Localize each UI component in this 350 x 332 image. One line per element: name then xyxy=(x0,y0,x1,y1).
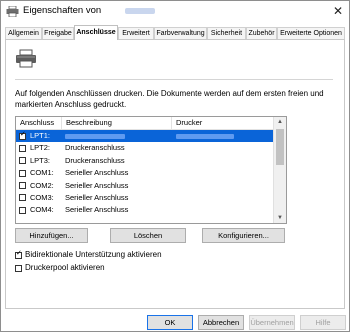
table-row[interactable]: COM3: Serieller Anschluss xyxy=(16,192,274,204)
tab-erweitert[interactable]: Erweitert xyxy=(118,27,154,39)
ports-description: Auf folgenden Anschlüssen drucken. Die D… xyxy=(15,89,324,109)
checkmark-icon: ✓ xyxy=(20,130,26,138)
column-header-printer[interactable]: Drucker xyxy=(172,117,274,129)
printer-name-redacted xyxy=(125,8,155,14)
table-row[interactable]: LPT2: Druckeranschluss xyxy=(16,142,274,154)
properties-dialog: Eigenschaften von ✕ Allgemein Freigabe A… xyxy=(0,0,350,332)
tab-allgemein[interactable]: Allgemein xyxy=(5,27,42,39)
port-description: Serieller Anschluss xyxy=(65,205,129,215)
help-button[interactable]: Hilfe xyxy=(300,315,346,330)
tab-strip: Allgemein Freigabe Anschlüsse Erweitert … xyxy=(5,25,345,40)
scroll-up-icon[interactable]: ▲ xyxy=(274,117,286,127)
description-redacted xyxy=(65,134,125,139)
delete-port-button[interactable]: Löschen xyxy=(110,228,186,243)
printer-icon xyxy=(6,6,19,17)
tab-freigabe[interactable]: Freigabe xyxy=(42,27,74,39)
ports-rows: ✓ LPT1: LPT2: Druckeranschluss LPT3: Dru… xyxy=(16,130,274,217)
checkbox-box[interactable]: ✓ xyxy=(15,249,22,259)
port-checkbox[interactable] xyxy=(19,182,26,190)
port-checkbox[interactable] xyxy=(19,157,26,165)
title-bar: Eigenschaften von ✕ xyxy=(1,1,349,23)
scroll-down-icon[interactable]: ▼ xyxy=(274,213,286,223)
port-checkbox[interactable] xyxy=(19,206,26,214)
printer-redacted xyxy=(176,134,234,139)
cancel-button[interactable]: Abbrechen xyxy=(198,315,244,330)
port-description: Serieller Anschluss xyxy=(65,168,129,178)
port-name: COM4: xyxy=(30,205,54,215)
tab-zubehoer[interactable]: Zubehör xyxy=(246,27,277,39)
port-checkbox[interactable]: ✓ xyxy=(19,130,26,140)
port-description: Serieller Anschluss xyxy=(65,180,129,190)
tab-erweiterte-optionen[interactable]: Erweiterte Optionen xyxy=(277,27,345,39)
port-name: COM1: xyxy=(30,168,54,178)
configure-port-button[interactable]: Konfigurieren... xyxy=(202,228,285,243)
port-name: LPT1: xyxy=(30,131,51,140)
ports-list-header: Anschluss Beschreibung Drucker xyxy=(16,117,274,130)
port-name: LPT2: xyxy=(30,143,51,153)
printer-large-icon xyxy=(16,49,36,68)
ports-list[interactable]: Anschluss Beschreibung Drucker ✓ LPT1: L… xyxy=(15,116,287,224)
ok-button[interactable]: OK xyxy=(147,315,193,330)
add-port-button[interactable]: Hinzufügen... xyxy=(15,228,88,243)
port-checkbox[interactable] xyxy=(19,144,26,152)
scrollbar-thumb[interactable] xyxy=(276,129,284,165)
tab-anschluesse[interactable]: Anschlüsse xyxy=(74,25,118,40)
divider xyxy=(15,79,333,80)
port-checkbox[interactable] xyxy=(19,194,26,202)
table-row[interactable]: LPT3: Druckeranschluss xyxy=(16,155,274,167)
table-row[interactable]: COM1: Serieller Anschluss xyxy=(16,167,274,179)
tab-farbverwaltung[interactable]: Farbverwaltung xyxy=(154,27,207,39)
close-icon[interactable]: ✕ xyxy=(333,4,343,18)
bidirectional-label: Bidirektionale Unterstützung aktivieren xyxy=(25,250,162,259)
table-row[interactable]: COM4: Serieller Anschluss xyxy=(16,204,274,216)
vertical-scrollbar[interactable]: ▲ ▼ xyxy=(273,117,286,223)
port-checkbox[interactable] xyxy=(19,169,26,177)
printer-pool-label: Druckerpool aktivieren xyxy=(25,263,105,272)
apply-button[interactable]: Übernehmen xyxy=(249,315,295,330)
column-header-description[interactable]: Beschreibung xyxy=(62,117,172,129)
checkmark-icon: ✓ xyxy=(16,249,22,257)
port-name: LPT3: xyxy=(30,155,51,165)
checkbox-box[interactable] xyxy=(15,264,22,272)
port-name: COM3: xyxy=(30,192,54,202)
port-name: COM2: xyxy=(30,180,54,190)
window-title: Eigenschaften von xyxy=(23,5,102,16)
table-row[interactable]: COM2: Serieller Anschluss xyxy=(16,180,274,192)
column-header-port[interactable]: Anschluss xyxy=(16,117,62,129)
port-description: Druckeranschluss xyxy=(65,155,125,165)
port-description: Druckeranschluss xyxy=(65,143,125,153)
tab-sicherheit[interactable]: Sicherheit xyxy=(207,27,246,39)
table-row[interactable]: ✓ LPT1: xyxy=(16,130,274,143)
port-description: Serieller Anschluss xyxy=(65,192,129,202)
ports-panel: Auf folgenden Anschlüssen drucken. Die D… xyxy=(5,39,345,309)
